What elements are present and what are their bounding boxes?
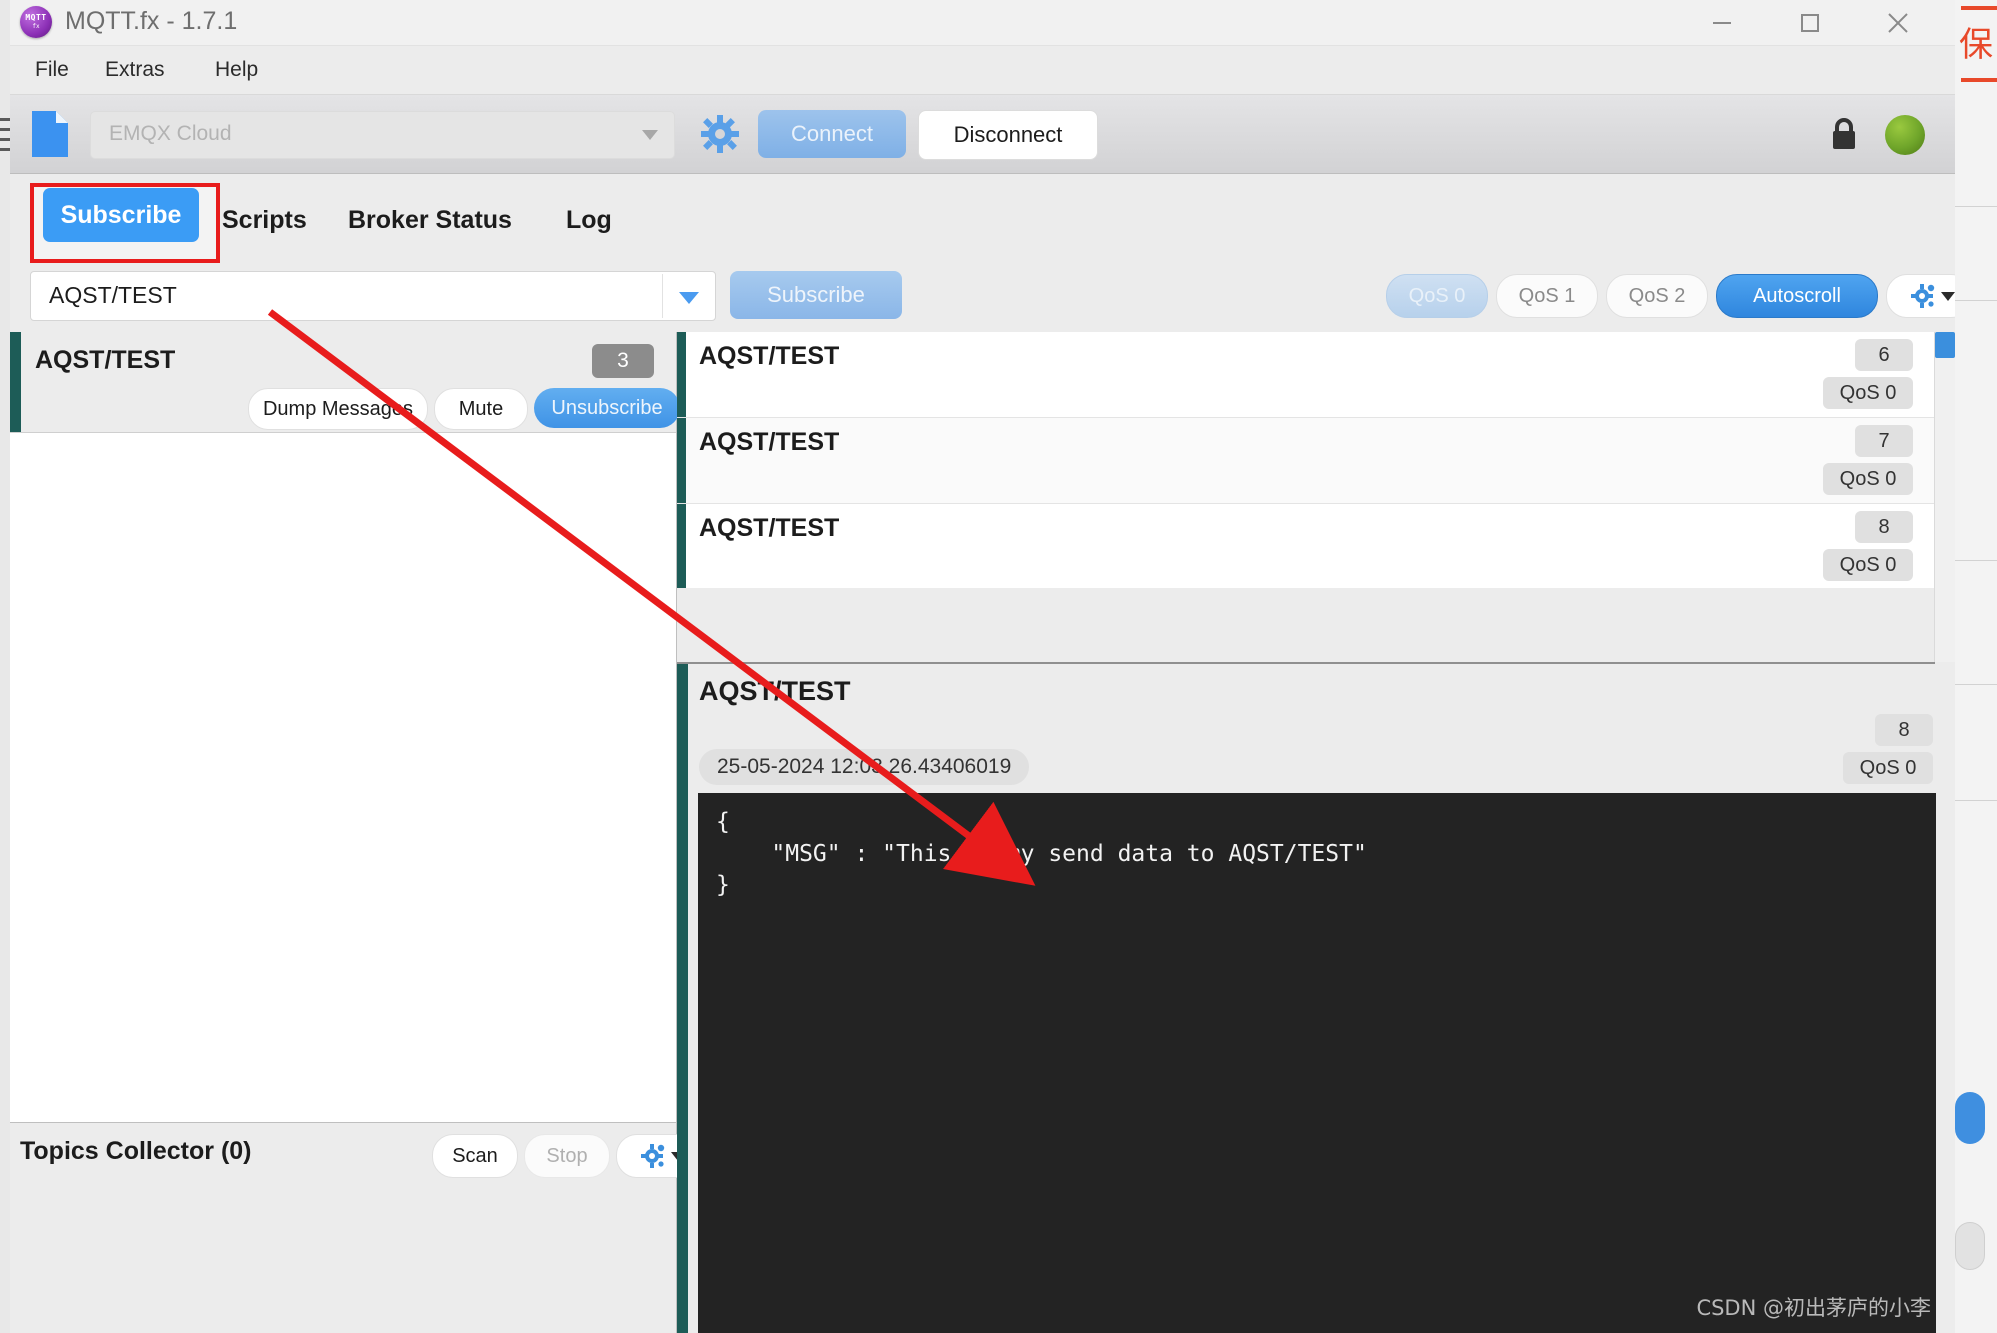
message-accent-bar: [677, 504, 686, 589]
menu-bar: File Extras Help: [10, 46, 1955, 95]
connection-settings-gear-icon[interactable]: [700, 114, 740, 154]
watermark: CSDN @初出茅庐的小李: [1696, 1292, 1931, 1322]
menu-item-extras[interactable]: Extras: [105, 46, 165, 94]
tab-subscribe[interactable]: Subscribe: [43, 188, 199, 242]
background-window-right-edge: 保: [1954, 0, 1997, 1333]
menu-item-help[interactable]: Help: [215, 46, 258, 94]
message-qos-badge: QoS 0: [1823, 463, 1913, 495]
scrollbar-thumb[interactable]: [1935, 332, 1955, 358]
message-accent-bar: [677, 332, 686, 417]
close-icon[interactable]: [1865, 0, 1931, 45]
unsubscribe-button[interactable]: Unsubscribe: [534, 388, 680, 428]
message-index-badge: 7: [1855, 425, 1913, 457]
message-qos-badge: QoS 0: [1823, 549, 1913, 581]
lock-icon: [1829, 117, 1859, 151]
topic-input[interactable]: AQST/TEST: [30, 271, 716, 321]
window-title: MQTT.fx - 1.7.1: [65, 7, 237, 36]
subscribe-options-gear-dropdown-icon[interactable]: [1886, 274, 1955, 318]
qos-2-button[interactable]: QoS 2: [1606, 274, 1708, 318]
detail-timestamp: 25-05-2024 12:03.26.43406019: [699, 749, 1029, 785]
message-list-empty-area: [677, 588, 1935, 662]
mqttfx-main-window: MQTT fx MQTT.fx - 1.7.1 File Extras Help…: [10, 0, 1955, 1333]
tab-bar: Subscribe Scripts Broker Status Log: [10, 174, 1955, 266]
message-index-badge: 8: [1855, 511, 1913, 543]
subscriptions-pane: AQST/TEST 3 Dump Messages Mute Unsubscri…: [10, 332, 677, 1333]
subscribe-button[interactable]: Subscribe: [730, 271, 902, 319]
subscribe-toolbar: AQST/TEST Subscribe QoS 0 QoS 1 QoS 2 Au…: [10, 266, 1955, 332]
message-row[interactable]: AQST/TEST 6 QoS 0: [677, 332, 1935, 418]
stop-button[interactable]: Stop: [524, 1134, 610, 1178]
detail-topic: AQST/TEST: [699, 676, 851, 707]
autoscroll-toggle[interactable]: Autoscroll: [1716, 274, 1878, 318]
detail-index-badge: 8: [1875, 714, 1933, 746]
message-list: AQST/TEST 6 QoS 0 AQST/TEST 7 QoS 0 AQST…: [677, 332, 1935, 664]
connection-profile-value: EMQX Cloud: [109, 122, 232, 146]
connect-button[interactable]: Connect: [758, 110, 906, 158]
subscription-item[interactable]: AQST/TEST 3 Dump Messages Mute Unsubscri…: [10, 332, 676, 433]
disconnect-button[interactable]: Disconnect: [918, 110, 1098, 160]
subscription-topic: AQST/TEST: [35, 346, 175, 375]
payload-viewer[interactable]: { "MSG" : "This is my send data to AQST/…: [698, 793, 1936, 1333]
topic-input-value: AQST/TEST: [49, 282, 177, 309]
message-topic: AQST/TEST: [699, 428, 839, 457]
message-row[interactable]: AQST/TEST 7 QoS 0: [677, 418, 1935, 504]
logo-bottom-text: fx: [20, 23, 52, 30]
background-window-left-edge: [0, 0, 10, 1333]
content-area: AQST/TEST 3 Dump Messages Mute Unsubscri…: [10, 332, 1955, 1333]
subscription-count-badge: 3: [592, 344, 654, 378]
tab-broker-status[interactable]: Broker Status: [348, 174, 512, 266]
detail-qos-badge: QoS 0: [1843, 752, 1933, 784]
connection-profile-select[interactable]: EMQX Cloud: [90, 111, 675, 159]
connection-toolbar: EMQX Cloud Connect Disconnect: [10, 95, 1955, 174]
topics-collector-title: Topics Collector (0): [20, 1137, 252, 1166]
minimize-icon[interactable]: [1689, 0, 1755, 45]
message-topic: AQST/TEST: [699, 342, 839, 371]
logo-top-text: MQTT: [20, 13, 52, 22]
background-window-text: 保: [1959, 28, 1993, 62]
subscription-accent-bar: [10, 332, 21, 432]
mute-button[interactable]: Mute: [434, 388, 528, 430]
chevron-down-icon[interactable]: [679, 292, 699, 304]
tab-scripts[interactable]: Scripts: [222, 174, 307, 266]
tab-log[interactable]: Log: [566, 174, 612, 266]
message-qos-badge: QoS 0: [1823, 377, 1913, 409]
title-bar: MQTT fx MQTT.fx - 1.7.1: [10, 0, 1955, 46]
message-topic: AQST/TEST: [699, 514, 839, 543]
maximize-icon[interactable]: [1777, 0, 1843, 45]
file-icon[interactable]: [32, 111, 68, 157]
connection-status-indicator: [1885, 115, 1925, 155]
dump-messages-button[interactable]: Dump Messages: [248, 388, 428, 430]
message-list-scrollbar[interactable]: [1934, 332, 1955, 662]
qos-1-button[interactable]: QoS 1: [1496, 274, 1598, 318]
menu-item-file[interactable]: File: [35, 46, 69, 94]
app-logo-icon: MQTT fx: [20, 6, 52, 38]
message-accent-bar: [677, 418, 686, 503]
chevron-down-icon: [642, 130, 658, 140]
message-detail-panel: AQST/TEST 8 QoS 0 25-05-2024 12:03.26.43…: [677, 664, 1955, 1333]
qos-0-button[interactable]: QoS 0: [1386, 274, 1488, 318]
scan-button[interactable]: Scan: [432, 1134, 518, 1178]
messages-pane: AQST/TEST 6 QoS 0 AQST/TEST 7 QoS 0 AQST…: [677, 332, 1955, 1333]
message-row[interactable]: AQST/TEST 8 QoS 0: [677, 504, 1935, 590]
detail-accent-bar: [677, 664, 688, 1333]
topics-collector-panel: Topics Collector (0) Scan Stop: [10, 1122, 676, 1333]
message-index-badge: 6: [1855, 339, 1913, 371]
